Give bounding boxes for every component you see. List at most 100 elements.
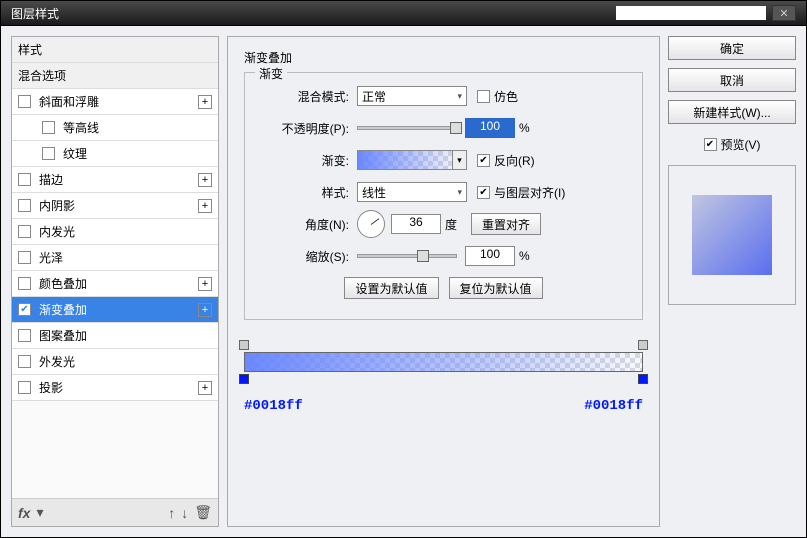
- style-label: 内阴影: [39, 197, 198, 214]
- style-label: 斜面和浮雕: [39, 93, 198, 110]
- style-item-0[interactable]: 斜面和浮雕+: [12, 89, 218, 115]
- style-checkbox[interactable]: [18, 329, 31, 342]
- row-angle: 角度(N): 36 度 重置对齐: [259, 213, 628, 235]
- style-item-11[interactable]: 投影+: [12, 375, 218, 401]
- scale-input[interactable]: 100: [465, 246, 515, 266]
- slider-thumb[interactable]: [417, 250, 429, 262]
- opacity-input[interactable]: 100: [465, 118, 515, 138]
- angle-input[interactable]: 36: [391, 214, 441, 234]
- gradient-editor: #0018ff #0018ff: [244, 344, 643, 414]
- ok-button[interactable]: 确定: [668, 36, 796, 60]
- opacity-stop-left[interactable]: [239, 340, 249, 350]
- style-label: 光泽: [39, 249, 212, 266]
- reverse-checkbox[interactable]: ✔反向(R): [477, 152, 535, 169]
- window-title: 图层样式: [11, 5, 59, 22]
- add-instance-icon[interactable]: +: [198, 277, 212, 291]
- style-item-7[interactable]: 颜色叠加+: [12, 271, 218, 297]
- style-checkbox[interactable]: [18, 251, 31, 264]
- close-icon[interactable]: ✕: [772, 5, 796, 21]
- label-style: 样式:: [259, 184, 349, 201]
- row-gradient: 渐变: ▾ ✔反向(R): [259, 149, 628, 171]
- header-styles[interactable]: 样式: [12, 37, 218, 63]
- style-item-9[interactable]: 图案叠加: [12, 323, 218, 349]
- style-checkbox[interactable]: [18, 381, 31, 394]
- style-checkbox[interactable]: [18, 277, 31, 290]
- style-checkbox[interactable]: ✔: [18, 303, 31, 316]
- style-checkbox[interactable]: [18, 173, 31, 186]
- style-checkbox[interactable]: [18, 355, 31, 368]
- styles-panel: 样式 混合选项 斜面和浮雕+等高线纹理描边+内阴影+内发光光泽颜色叠加+✔渐变叠…: [11, 36, 219, 527]
- style-checkbox[interactable]: [18, 225, 31, 238]
- chevron-down-icon[interactable]: ▾: [452, 151, 466, 169]
- style-select[interactable]: 线性 ▾: [357, 182, 467, 202]
- center-panel: 渐变叠加 渐变 混合模式: 正常 ▾ 仿色 不透明度(P): 100 %: [227, 36, 660, 527]
- reset-align-button[interactable]: 重置对齐: [471, 213, 541, 235]
- label-angle: 角度(N):: [259, 216, 349, 233]
- add-instance-icon[interactable]: +: [198, 173, 212, 187]
- opacity-slider[interactable]: [357, 126, 457, 130]
- hex-right: #0018ff: [584, 398, 643, 414]
- style-label: 等高线: [63, 119, 212, 136]
- style-item-3[interactable]: 描边+: [12, 167, 218, 193]
- add-instance-icon[interactable]: +: [198, 303, 212, 317]
- gradient-swatch[interactable]: ▾: [357, 150, 467, 170]
- style-item-4[interactable]: 内阴影+: [12, 193, 218, 219]
- row-scale: 缩放(S): 100 %: [259, 245, 628, 267]
- style-item-10[interactable]: 外发光: [12, 349, 218, 375]
- gradient-bar[interactable]: [244, 352, 643, 372]
- add-instance-icon[interactable]: +: [198, 381, 212, 395]
- blend-mode-select[interactable]: 正常 ▾: [357, 86, 467, 106]
- styles-footer: fx ▾ ↑ ↓ 🗑: [12, 498, 218, 526]
- opacity-stop-right[interactable]: [638, 340, 648, 350]
- header-blending-options[interactable]: 混合选项: [12, 63, 218, 89]
- scale-slider[interactable]: [357, 254, 457, 258]
- style-checkbox[interactable]: [18, 95, 31, 108]
- fx-icon[interactable]: fx: [18, 505, 30, 521]
- dither-checkbox[interactable]: 仿色: [477, 88, 518, 105]
- add-instance-icon[interactable]: +: [198, 199, 212, 213]
- chevron-down-icon: ▾: [457, 187, 462, 198]
- style-checkbox[interactable]: [18, 199, 31, 212]
- style-label: 内发光: [39, 223, 212, 240]
- style-item-8[interactable]: ✔ 渐变叠加+: [12, 297, 218, 323]
- styles-list: 样式 混合选项 斜面和浮雕+等高线纹理描边+内阴影+内发光光泽颜色叠加+✔渐变叠…: [12, 37, 218, 498]
- gradient-group: 渐变 混合模式: 正常 ▾ 仿色 不透明度(P): 100 %: [244, 72, 643, 320]
- row-opacity: 不透明度(P): 100 %: [259, 117, 628, 139]
- new-style-button[interactable]: 新建样式(W)...: [668, 100, 796, 124]
- style-label: 纹理: [63, 145, 212, 162]
- style-item-6[interactable]: 光泽: [12, 245, 218, 271]
- style-label: 图案叠加: [39, 327, 212, 344]
- style-label: 渐变叠加: [39, 301, 198, 318]
- add-instance-icon[interactable]: +: [198, 95, 212, 109]
- hex-left: #0018ff: [244, 398, 303, 414]
- preview-box: [668, 165, 796, 305]
- menu-down-icon[interactable]: ▾: [36, 504, 43, 521]
- titlebar-blank: [616, 6, 766, 20]
- set-default-button[interactable]: 设置为默认值: [344, 277, 438, 299]
- style-item-5[interactable]: 内发光: [12, 219, 218, 245]
- slider-thumb[interactable]: [450, 122, 462, 134]
- style-label: 描边: [39, 171, 198, 188]
- trash-icon[interactable]: 🗑: [194, 504, 212, 521]
- style-label: 颜色叠加: [39, 275, 198, 292]
- move-up-icon[interactable]: ↑: [168, 505, 175, 521]
- chevron-down-icon: ▾: [457, 91, 462, 102]
- reset-default-button[interactable]: 复位为默认值: [449, 277, 543, 299]
- align-checkbox[interactable]: ✔与图层对齐(I): [477, 184, 565, 201]
- style-checkbox[interactable]: [42, 147, 55, 160]
- angle-dial[interactable]: [357, 210, 385, 238]
- cancel-button[interactable]: 取消: [668, 68, 796, 92]
- titlebar: 图层样式 ✕: [0, 0, 807, 26]
- style-item-2[interactable]: 纹理: [12, 141, 218, 167]
- label-blend-mode: 混合模式:: [259, 88, 349, 105]
- style-label: 投影: [39, 379, 198, 396]
- style-item-1[interactable]: 等高线: [12, 115, 218, 141]
- color-stop-left[interactable]: [239, 374, 249, 384]
- dialog-body: 样式 混合选项 斜面和浮雕+等高线纹理描边+内阴影+内发光光泽颜色叠加+✔渐变叠…: [0, 26, 807, 538]
- preview-checkbox[interactable]: ✔预览(V): [668, 136, 796, 153]
- style-checkbox[interactable]: [42, 121, 55, 134]
- style-label: 外发光: [39, 353, 212, 370]
- right-panel: 确定 取消 新建样式(W)... ✔预览(V): [668, 36, 796, 527]
- color-stop-right[interactable]: [638, 374, 648, 384]
- move-down-icon[interactable]: ↓: [181, 505, 188, 521]
